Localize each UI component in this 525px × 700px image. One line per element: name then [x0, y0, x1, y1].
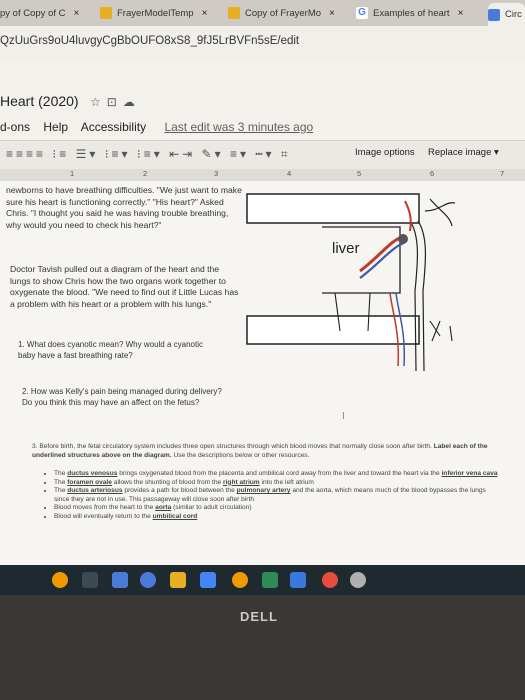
- line-spacing-icon[interactable]: ⁝≡: [52, 147, 69, 161]
- ruler-mark: 4: [287, 169, 292, 178]
- document-title[interactable]: Heart (2020): [0, 93, 79, 109]
- numbered-list-icon[interactable]: ⁝≡▾: [137, 147, 163, 161]
- menu-bar: d-ons Help Accessibility Last edit was 3…: [0, 120, 323, 134]
- tab-frayer-model-temp[interactable]: FrayerModelTemp ×: [100, 3, 220, 23]
- tab-title: FrayerModelTemp: [117, 7, 194, 19]
- screen: py of Copy of C × FrayerModelTemp × Copy…: [0, 0, 525, 565]
- liver-label: liver: [332, 240, 360, 257]
- tab-copy-of-frayer[interactable]: Copy of FrayerMo ×: [228, 3, 348, 23]
- move-folder-icon[interactable]: ⊡: [107, 95, 123, 109]
- paragraph-1[interactable]: newborns to have breathing difficulties.…: [6, 185, 242, 231]
- align-left-icon[interactable]: ≡: [6, 147, 16, 161]
- align-center-icon[interactable]: ≡: [16, 147, 26, 161]
- tab-title: Examples of heart: [373, 7, 450, 19]
- app-icon[interactable]: [322, 572, 338, 588]
- docs-icon: [488, 8, 500, 21]
- label-box[interactable]: [246, 315, 420, 345]
- menu-addons[interactable]: d-ons: [0, 120, 30, 134]
- browser-tab-strip: py of Copy of C × FrayerModelTemp × Copy…: [0, 0, 525, 26]
- vessel: [417, 220, 427, 372]
- align-right-icon[interactable]: ≡: [26, 147, 36, 161]
- files-icon[interactable]: [82, 572, 98, 588]
- question-2[interactable]: 2. How was Kelly's pain being managed du…: [22, 387, 222, 408]
- bulleted-list-icon[interactable]: ⁝≡▾: [105, 147, 131, 161]
- replace-image-button[interactable]: Replace image ▾: [428, 147, 499, 158]
- paragraph-2[interactable]: Doctor Tavish pulled out a diagram of th…: [10, 264, 242, 310]
- ruler-mark: 2: [143, 169, 148, 178]
- bullet-list: The ductus venosus brings oxygenated blo…: [32, 470, 502, 521]
- toolbar-icons: ≡≡≡≡ ⁝≡ ☰▾ ⁝≡▾ ⁝≡▾ ⇤⇥ ✎▾ ≡▾ ┅▾ ⌗: [6, 147, 291, 162]
- close-icon[interactable]: ×: [73, 8, 79, 19]
- vessel: [409, 220, 419, 372]
- image-options-button[interactable]: Image options: [355, 147, 415, 158]
- url-text[interactable]: QzUuGrs9oU4luvgyCgBbOUFO8xS8_9fJ5LrBVFn5…: [0, 35, 299, 47]
- ruler-mark: 3: [214, 169, 219, 178]
- list-item[interactable]: Blood will eventually return to the umbi…: [54, 513, 502, 522]
- question-3[interactable]: 3. Before birth, the fetal circulatory s…: [32, 443, 502, 460]
- star-icon[interactable]: ☆: [90, 95, 107, 109]
- liver-outline: [322, 226, 401, 294]
- justify-icon[interactable]: ≡: [36, 147, 46, 161]
- last-edit-link[interactable]: Last edit was 3 minutes ago: [164, 120, 313, 134]
- crop-icon[interactable]: ⌗: [281, 147, 291, 161]
- pen-icon[interactable]: ✎▾: [202, 147, 224, 161]
- app-icon[interactable]: [112, 572, 128, 588]
- ruler-mark: 6: [430, 169, 435, 178]
- close-icon[interactable]: ×: [329, 8, 335, 19]
- tab-title: Circ: [505, 9, 522, 20]
- menu-help[interactable]: Help: [43, 120, 68, 134]
- tab-title: Copy of FrayerMo: [245, 7, 322, 19]
- word-app-icon[interactable]: [290, 572, 306, 588]
- document-page[interactable]: newborns to have breathing difficulties.…: [0, 181, 525, 565]
- chrome-icon[interactable]: [140, 572, 156, 588]
- os-taskbar: [0, 565, 525, 595]
- fetal-circulation-diagram[interactable]: liver: [240, 181, 525, 386]
- border-weight-icon[interactable]: ≡▾: [230, 147, 249, 161]
- question-3-note: Use the descriptions below or other reso…: [173, 451, 310, 459]
- label-box[interactable]: [246, 193, 420, 224]
- launcher-icon[interactable]: [52, 572, 68, 588]
- checklist-icon[interactable]: ☰▾: [76, 147, 99, 161]
- tab-examples-of-heart[interactable]: G Examples of heart ×: [356, 3, 486, 23]
- slides-icon: [100, 7, 112, 19]
- cloud-status-icon: ☁: [122, 95, 141, 109]
- tab-title: py of Copy of C: [0, 7, 66, 19]
- docs-app-icon[interactable]: [200, 572, 216, 588]
- list-item[interactable]: The ductus venosus brings oxygenated blo…: [54, 470, 502, 479]
- ruler-mark: 5: [357, 169, 362, 178]
- ruler-mark: 7: [500, 169, 505, 178]
- play-store-icon[interactable]: [232, 572, 248, 588]
- vessel: [359, 241, 405, 279]
- title-icons: ☆⊡☁: [90, 95, 141, 109]
- dell-logo: DELL: [240, 609, 278, 624]
- question-3-intro: 3. Before birth, the fetal circulatory s…: [32, 443, 432, 450]
- ruler[interactable]: 1 2 3 4 5 6 7: [0, 169, 525, 181]
- list-item[interactable]: Blood moves from the heart to the aorta …: [54, 504, 502, 513]
- ruler-mark: 1: [70, 169, 75, 178]
- close-icon[interactable]: ×: [458, 8, 464, 19]
- indent-icons[interactable]: ⇤⇥: [169, 147, 195, 161]
- close-icon[interactable]: ×: [202, 8, 208, 19]
- app-icon[interactable]: [350, 572, 366, 588]
- slides-app-icon[interactable]: [170, 572, 186, 588]
- sheets-app-icon[interactable]: [262, 572, 278, 588]
- list-item[interactable]: The foramen ovale allows the shunting of…: [54, 479, 502, 488]
- tab-active-circ[interactable]: Circ: [488, 3, 525, 26]
- tab-copy-of-copy[interactable]: py of Copy of C ×: [0, 3, 92, 23]
- list-item[interactable]: The ductus arteriosus provides a path fo…: [54, 487, 502, 504]
- border-dash-icon[interactable]: ┅▾: [255, 147, 274, 161]
- menu-accessibility[interactable]: Accessibility: [81, 120, 146, 134]
- address-bar[interactable]: QzUuGrs9oU4luvgyCgBbOUFO8xS8_9fJ5LrBVFn5…: [0, 26, 525, 61]
- google-icon: G: [356, 7, 368, 19]
- question-1[interactable]: 1. What does cyanotic mean? Why would a …: [18, 340, 218, 361]
- docs-header: Heart (2020) ☆⊡☁ d-ons Help Accessibilit…: [0, 60, 525, 140]
- laptop-bezel: DELL: [0, 595, 525, 700]
- vessel-junction: [398, 234, 408, 244]
- vessel: [359, 235, 403, 273]
- vessel: [429, 320, 453, 342]
- slides-icon: [228, 7, 240, 19]
- formatting-toolbar: ≡≡≡≡ ⁝≡ ☰▾ ⁝≡▾ ⁝≡▾ ⇤⇥ ✎▾ ≡▾ ┅▾ ⌗ Image o…: [0, 140, 525, 170]
- text-cursor-icon: I: [342, 411, 345, 422]
